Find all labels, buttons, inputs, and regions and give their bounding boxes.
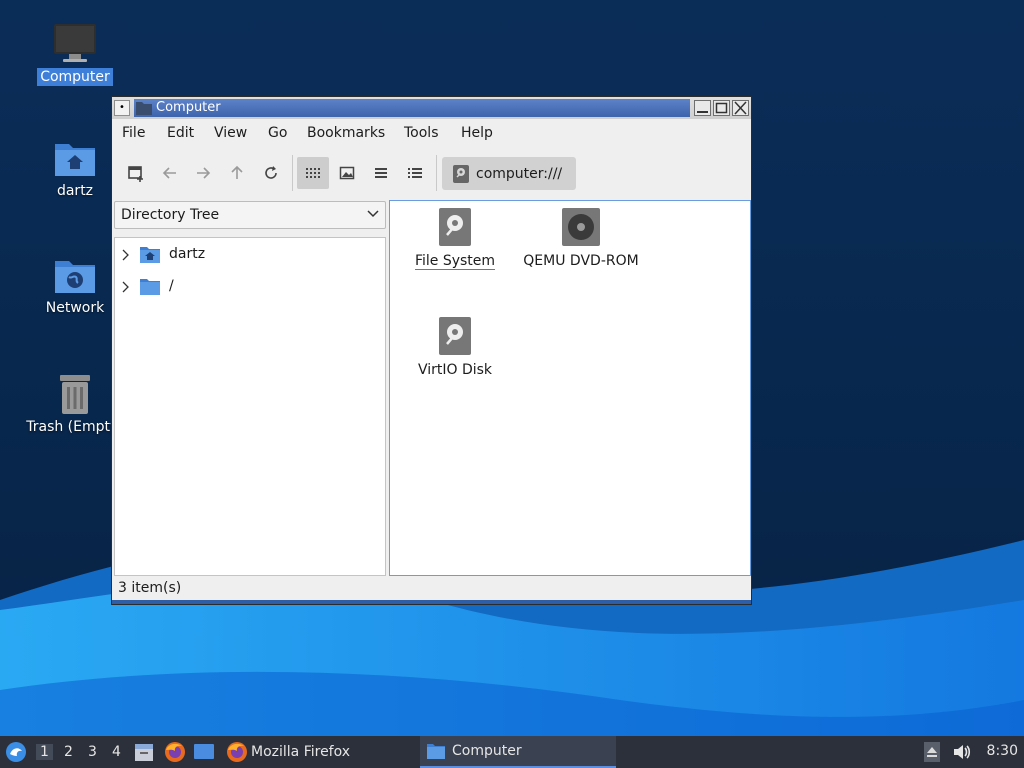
firefox-icon <box>227 742 247 762</box>
desktop-icon-label: Computer <box>37 68 113 86</box>
task-computer[interactable]: Computer <box>420 736 616 768</box>
window-menu-button[interactable]: • <box>114 100 130 116</box>
close-icon <box>734 101 747 115</box>
location-bar[interactable]: computer:/// <box>442 157 576 190</box>
thumbnail-view-button[interactable] <box>331 157 363 189</box>
network-folder-icon <box>55 261 95 293</box>
file-item-virtio-disk[interactable]: VirtIO Disk <box>390 316 520 378</box>
folder-icon <box>140 279 160 295</box>
task-label: Mozilla Firefox <box>251 744 351 760</box>
menu-file[interactable]: File <box>122 125 145 141</box>
menu-tools[interactable]: Tools <box>404 125 439 141</box>
detailed-list-icon <box>408 168 422 178</box>
window-bottom-border[interactable] <box>112 600 751 604</box>
file-manager-window: • Computer File Edit View Go Bookmarks T… <box>111 96 752 605</box>
file-item-file-system[interactable]: File System <box>390 207 520 270</box>
window-titlebar[interactable]: • Computer <box>112 97 751 119</box>
menu-view[interactable]: View <box>214 125 247 141</box>
side-pane-mode-select[interactable]: Directory Tree <box>114 201 386 229</box>
workspace-2[interactable]: 2 <box>64 744 73 760</box>
desktop-icon-label: dartz <box>56 183 94 199</box>
compact-view-icon <box>375 168 387 178</box>
back-button[interactable] <box>154 157 186 189</box>
tree-item-label: dartz <box>169 246 206 262</box>
chevron-down-icon <box>367 210 379 218</box>
optical-disc-icon <box>562 208 600 246</box>
directory-tree: dartz / <box>114 237 386 576</box>
clock[interactable]: 8:30 <box>987 743 1018 759</box>
folder-icon <box>427 743 445 759</box>
status-item-count: 3 item(s) <box>118 580 182 596</box>
workspace-4[interactable]: 4 <box>112 744 121 760</box>
menu-help[interactable]: Help <box>461 125 493 141</box>
trash-icon <box>60 375 90 414</box>
forward-arrow-icon <box>197 167 211 179</box>
desktop-icon-computer[interactable]: Computer <box>20 20 130 86</box>
file-manager-icon[interactable] <box>134 742 154 762</box>
toolbar-separator <box>436 155 437 191</box>
toolbar-separator <box>292 155 293 191</box>
tree-item-label: / <box>169 278 174 294</box>
file-item-label: VirtIO Disk <box>417 362 493 378</box>
minimize-icon <box>697 111 708 113</box>
home-folder-icon <box>140 247 160 263</box>
minimize-button[interactable] <box>694 100 711 116</box>
workspace-1[interactable]: 1 <box>36 744 53 760</box>
taskbar: 1 2 3 4 Mozilla Firefox Computer 8:30 <box>0 736 1024 768</box>
file-view: File System QEMU DVD-ROM VirtIO Disk <box>389 200 751 576</box>
folder-icon <box>136 102 152 115</box>
show-desktop-icon[interactable] <box>193 742 215 762</box>
window-title: Computer <box>156 100 221 115</box>
detailed-list-button[interactable] <box>399 157 431 189</box>
task-firefox[interactable]: Mozilla Firefox <box>222 736 414 768</box>
volume-icon[interactable] <box>952 742 972 762</box>
side-pane-mode-label: Directory Tree <box>121 207 220 223</box>
forward-button[interactable] <box>187 157 219 189</box>
up-arrow-icon <box>231 165 243 179</box>
menu-go[interactable]: Go <box>268 125 287 141</box>
menu-bookmarks[interactable]: Bookmarks <box>307 125 385 141</box>
hard-disk-icon <box>453 164 469 183</box>
file-item-label: File System <box>414 253 496 270</box>
eject-icon[interactable] <box>924 742 940 762</box>
firefox-icon[interactable] <box>164 741 186 763</box>
desktop-icon-label: Network <box>45 300 105 316</box>
thumbnail-view-icon <box>339 166 355 180</box>
hard-disk-icon <box>439 317 471 355</box>
menubar: File Edit View Go Bookmarks Tools Help <box>112 119 751 149</box>
start-menu-icon[interactable] <box>5 741 27 763</box>
expand-arrow-icon[interactable] <box>121 281 131 293</box>
icon-view-icon <box>306 168 320 178</box>
computer-monitor-icon <box>54 24 96 62</box>
maximize-button[interactable] <box>713 100 730 116</box>
back-arrow-icon <box>162 167 176 179</box>
menu-edit[interactable]: Edit <box>167 125 194 141</box>
location-path: computer:/// <box>476 165 563 182</box>
reload-button[interactable] <box>255 157 287 189</box>
tree-item-root[interactable]: / <box>115 275 385 299</box>
workspace-3[interactable]: 3 <box>88 744 97 760</box>
file-item-label: QEMU DVD-ROM <box>523 253 639 269</box>
up-button[interactable] <box>221 157 253 189</box>
maximize-icon <box>715 102 728 114</box>
hard-disk-icon <box>439 208 471 246</box>
close-button[interactable] <box>732 100 749 116</box>
compact-view-button[interactable] <box>365 157 397 189</box>
reload-icon <box>265 166 277 179</box>
task-label: Computer <box>452 743 522 759</box>
new-tab-icon <box>128 166 143 182</box>
toolbar: computer:/// <box>112 149 751 197</box>
window-title-area[interactable]: Computer <box>134 99 690 117</box>
icon-view-button[interactable] <box>297 157 329 189</box>
home-folder-icon <box>55 144 95 176</box>
file-item-qemu-dvd-rom[interactable]: QEMU DVD-ROM <box>516 207 646 269</box>
new-tab-button[interactable] <box>120 157 152 189</box>
expand-arrow-icon[interactable] <box>121 249 131 261</box>
tree-item-dartz[interactable]: dartz <box>115 243 385 267</box>
status-bar: 3 item(s) <box>112 578 751 600</box>
